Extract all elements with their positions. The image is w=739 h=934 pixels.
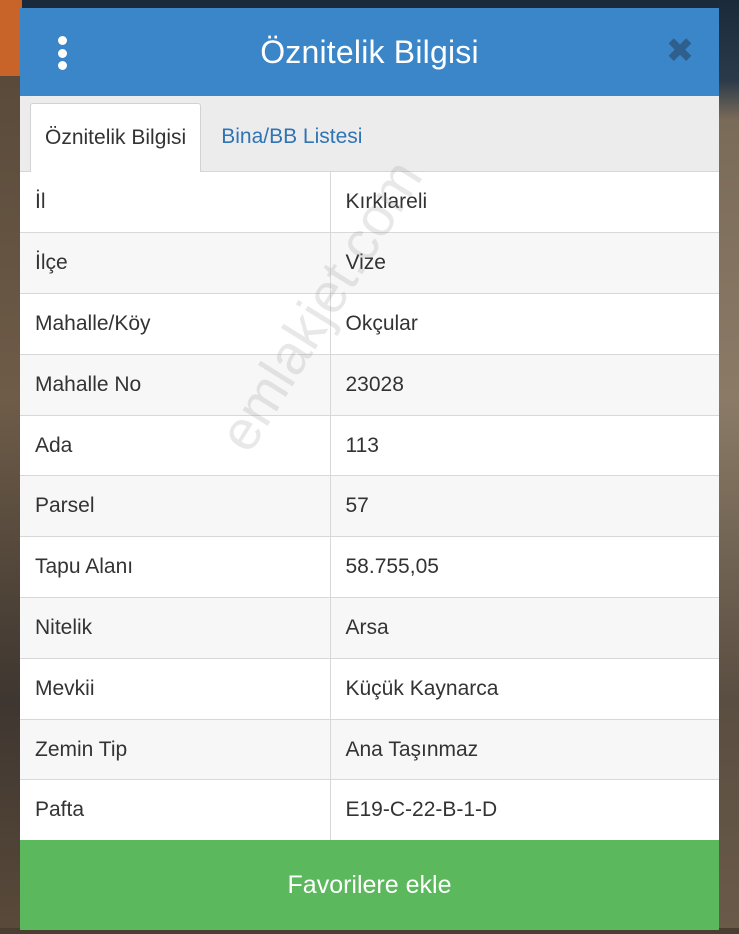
table-row: İlçe Vize <box>20 232 719 295</box>
tab-building-list[interactable]: Bina/BB Listesi <box>201 103 376 171</box>
attribute-value: 113 <box>330 415 719 477</box>
attribute-key: Mahalle No <box>20 354 331 416</box>
attribute-key: Mevkii <box>20 658 331 720</box>
vertical-dots-icon[interactable] <box>56 36 68 70</box>
table-row: Ada 113 <box>20 415 719 477</box>
attribute-value: Kırklareli <box>330 172 719 234</box>
background-map-right <box>718 0 739 934</box>
attribute-key: İlçe <box>20 232 331 295</box>
attribute-key: Mahalle/Köy <box>20 293 331 355</box>
table-row: İl Kırklareli <box>20 172 719 234</box>
attribute-value: 58.755,05 <box>330 536 719 599</box>
attribute-key: Zemin Tip <box>20 719 331 781</box>
table-row: Pafta E19-C-22-B-1-D <box>20 779 719 842</box>
table-row: Tapu Alanı 58.755,05 <box>20 536 719 599</box>
add-to-favorites-button[interactable]: Favorilere ekle <box>20 840 719 930</box>
table-row: Nitelik Arsa <box>20 597 719 659</box>
attribute-value: Arsa <box>330 597 719 659</box>
attribute-key: Nitelik <box>20 597 331 659</box>
table-row: Zemin Tip Ana Taşınmaz <box>20 719 719 781</box>
attribute-value: E19-C-22-B-1-D <box>330 779 719 842</box>
attribute-value: Ana Taşınmaz <box>330 719 719 781</box>
attribute-value: Küçük Kaynarca <box>330 658 719 720</box>
tab-bar: Öznitelik Bilgisi Bina/BB Listesi <box>20 96 719 172</box>
table-row: Mahalle/Köy Okçular <box>20 293 719 355</box>
attribute-key: Tapu Alanı <box>20 536 331 599</box>
attribute-key: Ada <box>20 415 331 477</box>
close-icon[interactable]: ✖ <box>665 34 695 68</box>
table-row: Mahalle No 23028 <box>20 354 719 416</box>
modal-header: Öznitelik Bilgisi ✖ <box>20 8 719 96</box>
attribute-key: Parsel <box>20 475 331 538</box>
attribute-key: Pafta <box>20 779 331 842</box>
attribute-value: Vize <box>330 232 719 295</box>
attribute-value: 23028 <box>330 354 719 416</box>
table-row: Parsel 57 <box>20 475 719 538</box>
attribute-value: Okçular <box>330 293 719 355</box>
attribute-key: İl <box>20 172 331 234</box>
attribute-table: İl Kırklareli İlçe Vize Mahalle/Köy Okçular Ma… <box>20 172 719 842</box>
attribute-info-modal: Öznitelik Bilgisi ✖ Öznitelik Bilgisi Bi… <box>20 8 719 930</box>
background-map-left <box>0 0 22 934</box>
attribute-value: 57 <box>330 475 719 538</box>
tab-attribute-info[interactable]: Öznitelik Bilgisi <box>30 103 202 172</box>
modal-title: Öznitelik Bilgisi <box>260 33 479 70</box>
table-row: Mevkii Küçük Kaynarca <box>20 658 719 720</box>
